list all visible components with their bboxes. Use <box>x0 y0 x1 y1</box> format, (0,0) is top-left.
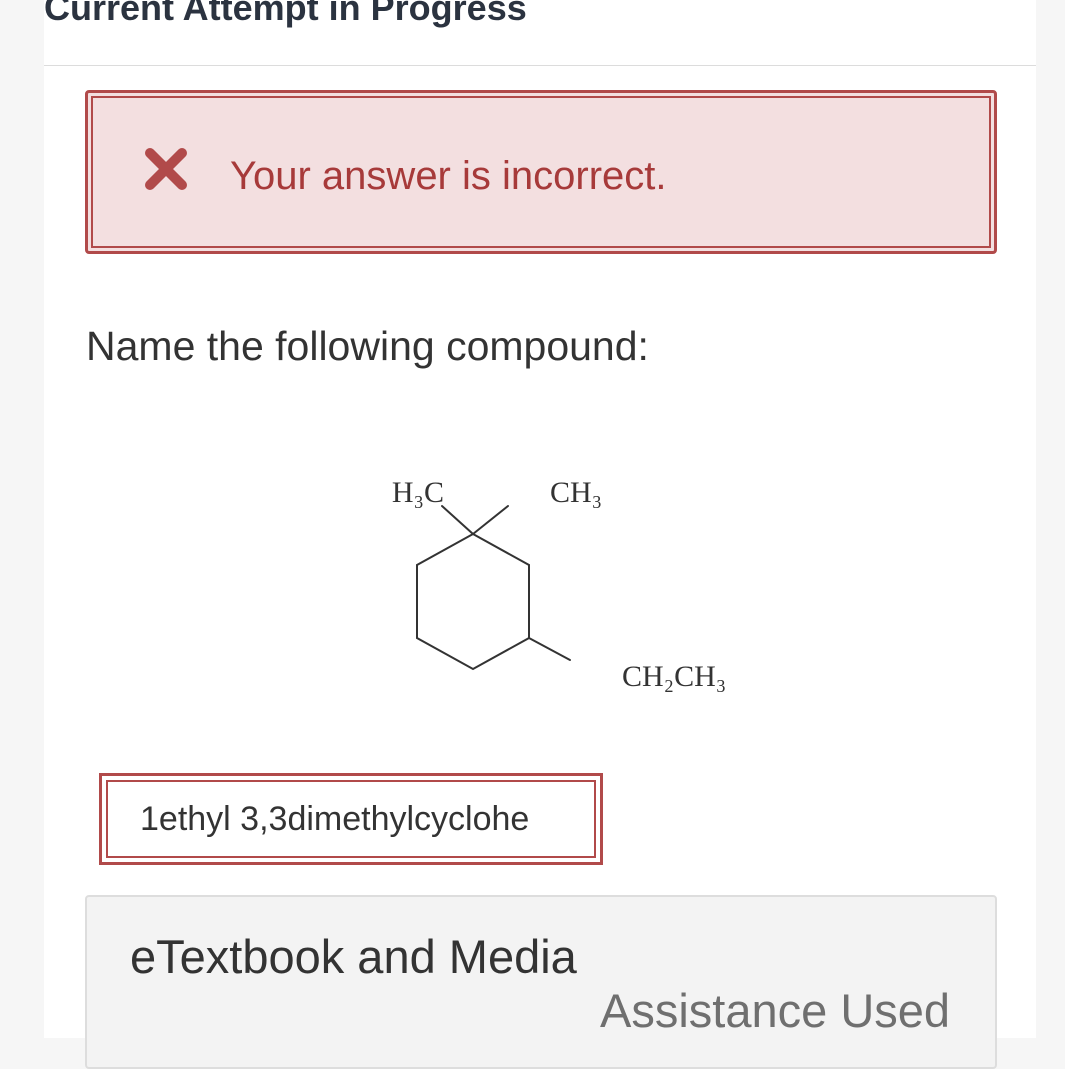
label-h3c: H₃C <box>392 476 444 509</box>
label-ch3: CH₃ <box>550 476 602 509</box>
alert-inner-border: Your answer is incorrect. <box>91 96 991 248</box>
close-x-icon <box>143 146 189 192</box>
alert-message: Your answer is incorrect. <box>230 154 667 198</box>
etextbook-media-title: eTextbook and Media <box>130 930 577 983</box>
attempt-title: Current Attempt in Progress <box>44 0 527 28</box>
etextbook-media-section[interactable]: eTextbook and Media Assistance Used <box>85 895 997 1069</box>
answer-field-wrapper <box>99 773 603 865</box>
bond-methyl-left <box>441 505 474 535</box>
compound-structure: H₃C CH₃ CH₂CH₃ <box>392 476 726 693</box>
label-ch2ch3: CH₂CH₃ <box>622 660 726 693</box>
answer-input[interactable] <box>108 782 594 856</box>
question-prompt: Name the following compound: <box>86 323 649 369</box>
assistance-used-label: Assistance Used <box>600 984 951 1037</box>
answer-field-border <box>106 780 596 858</box>
bond-methyl-right <box>472 505 509 535</box>
incorrect-alert: Your answer is incorrect. <box>85 90 997 254</box>
bond-ethyl <box>528 637 571 661</box>
cyclohexane-ring <box>416 532 530 671</box>
question-panel: Current Attempt in Progress Your answer … <box>44 0 1036 1069</box>
title-divider <box>44 65 1036 66</box>
